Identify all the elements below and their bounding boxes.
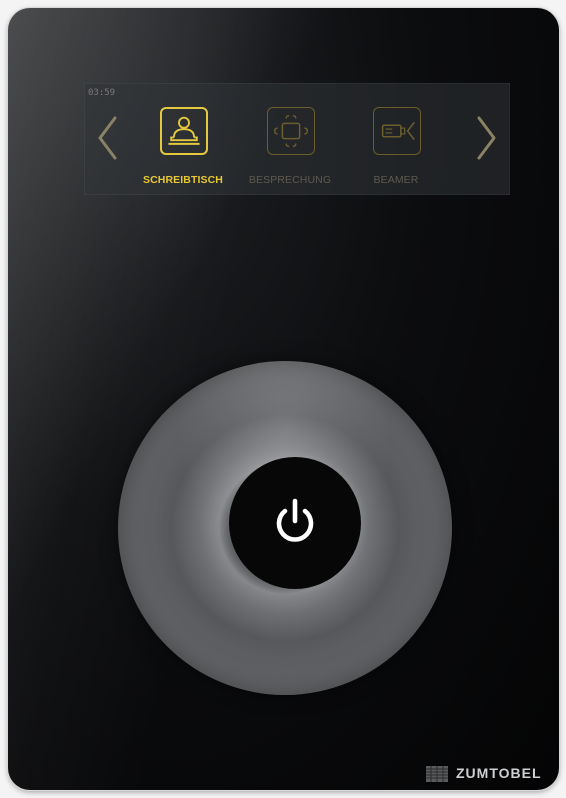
mode-besprechung[interactable]: BESPRECHUNG xyxy=(240,107,340,192)
previous-mode-button[interactable] xyxy=(91,112,125,164)
mode-label: SCHREIBTISCH xyxy=(143,174,223,186)
zumtobel-logo-icon xyxy=(426,766,448,782)
brand-name: ZUMTOBEL xyxy=(456,765,542,781)
mode-label: BEAMER xyxy=(373,174,419,186)
mode-beamer[interactable]: BEAMER xyxy=(346,107,446,192)
chevron-left-icon xyxy=(98,116,117,160)
next-mode-button[interactable] xyxy=(469,112,503,164)
mode-schreibtisch[interactable]: SCHREIBTISCH xyxy=(133,107,233,192)
power-button[interactable] xyxy=(229,457,361,589)
meeting-table-icon xyxy=(267,107,315,155)
mode-label: BESPRECHUNG xyxy=(248,174,332,186)
desk-person-icon xyxy=(160,107,208,155)
mode-selector-bar: 03:59 SCHREIBTISCH BESPRECHUNG BEAMER xyxy=(84,83,510,195)
clock-readout: 03:59 xyxy=(88,88,116,98)
control-panel: 03:59 SCHREIBTISCH BESPRECHUNG BEAMER ZU… xyxy=(8,8,559,790)
power-icon xyxy=(276,498,314,542)
projector-icon xyxy=(373,107,421,155)
chevron-right-icon xyxy=(477,116,496,160)
